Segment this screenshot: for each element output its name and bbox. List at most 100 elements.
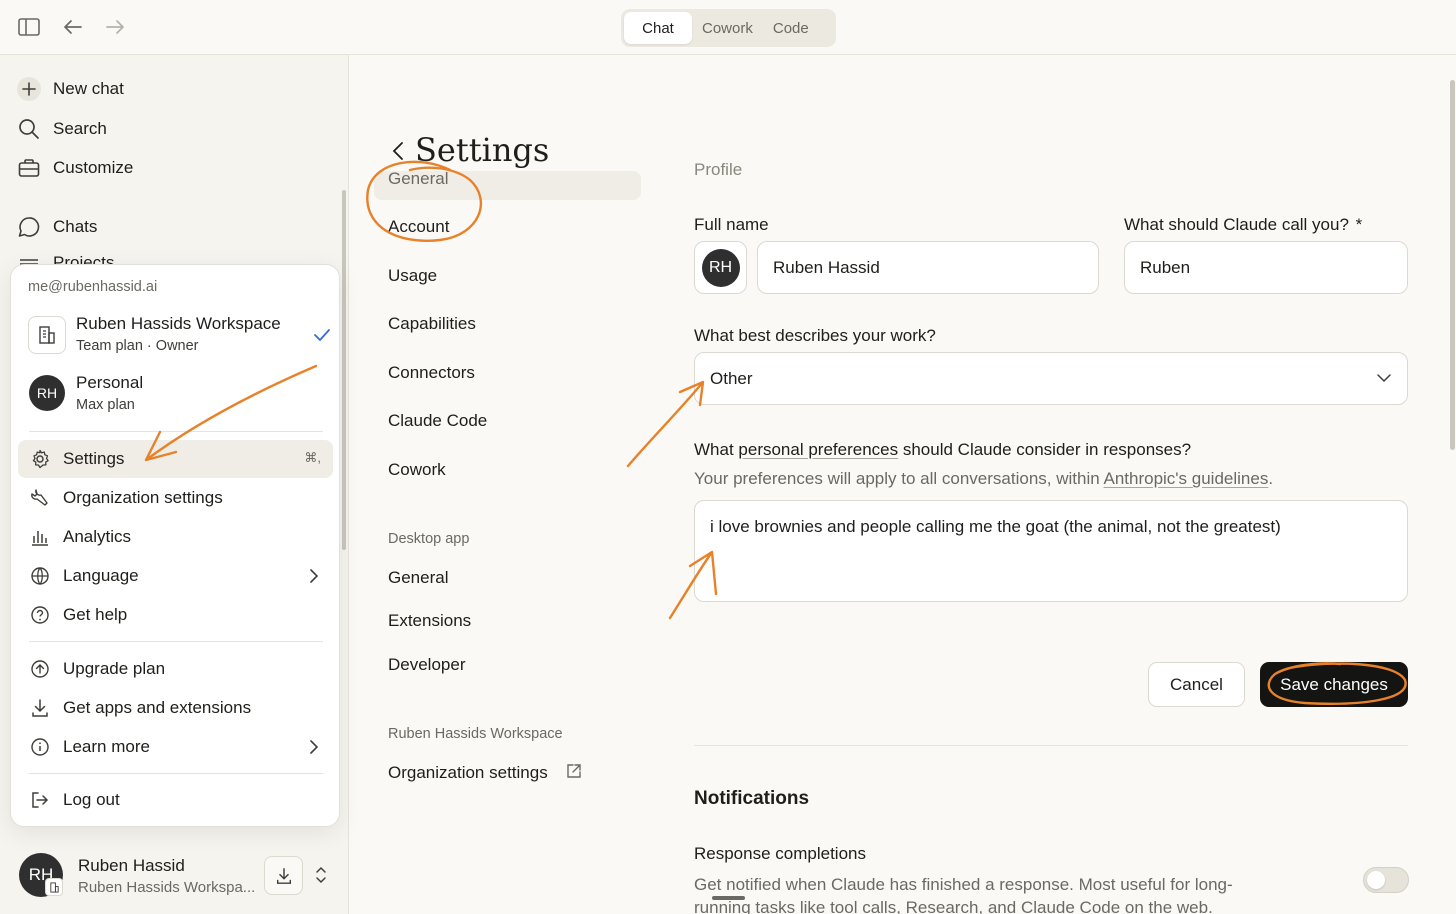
menu-divider	[29, 641, 323, 642]
work-select-value: Other	[710, 368, 753, 388]
forward-arrow-icon[interactable]	[102, 14, 128, 40]
menu-item-label: Upgrade plan	[63, 659, 166, 678]
settings-nav-account[interactable]: Account	[388, 217, 449, 237]
menu-item-log-out[interactable]: Log out	[18, 781, 333, 819]
profile-section-title: Profile	[694, 160, 743, 178]
info-icon	[29, 736, 51, 758]
new-chat-button[interactable]: New chat	[16, 74, 124, 104]
building-icon	[45, 878, 63, 896]
settings-nav-organization-settings[interactable]: Organization settings	[388, 763, 582, 783]
menu-item-get-apps[interactable]: Get apps and extensions	[18, 689, 333, 727]
customize-button[interactable]: Customize	[16, 153, 133, 183]
annotation-arrow	[626, 380, 705, 468]
menu-divider	[29, 431, 323, 432]
menu-item-label: Settings	[63, 449, 125, 468]
menu-divider	[29, 773, 323, 774]
response-completions-toggle[interactable]	[1363, 867, 1409, 893]
workspace-name: Ruben Hassids Workspace	[76, 314, 281, 333]
expand-chevrons-icon[interactable]	[314, 865, 328, 885]
menu-item-label: Log out	[63, 790, 120, 809]
profile-avatar-button[interactable]: RH	[694, 241, 747, 294]
call-you-label-text: What should Claude call you?	[1124, 215, 1349, 234]
desktop-app-heading: Desktop app	[388, 531, 470, 547]
work-label: What best describes your work?	[694, 326, 936, 345]
menu-item-learn-more[interactable]: Learn more	[18, 728, 333, 766]
chevron-right-icon	[310, 569, 319, 583]
back-chevron-icon[interactable]	[388, 140, 408, 162]
menu-item-settings[interactable]: Settings ⌘,	[18, 440, 333, 478]
menu-item-label: Get help	[63, 605, 128, 624]
settings-nav-capabilities[interactable]: Capabilities	[388, 314, 476, 334]
menu-item-organization-settings[interactable]: Organization settings	[18, 479, 333, 517]
anthropic-guidelines-link[interactable]: Anthropic's guidelines	[1103, 469, 1268, 488]
download-icon	[29, 697, 51, 719]
menu-item-label: Learn more	[63, 737, 150, 756]
sidebar-toggle-icon[interactable]	[16, 14, 42, 40]
preferences-subtext: Your preferences will apply to all conve…	[694, 469, 1273, 489]
back-arrow-icon[interactable]	[60, 14, 86, 40]
settings-nav-developer[interactable]: Developer	[388, 655, 466, 675]
briefcase-icon	[16, 155, 42, 181]
wrench-icon	[29, 487, 51, 509]
menu-item-label: Language	[63, 566, 139, 585]
save-changes-button[interactable]: Save changes	[1260, 662, 1408, 707]
preferences-label-text: What	[694, 440, 739, 459]
menu-item-label: Organization settings	[63, 488, 223, 507]
menu-item-label: Get apps and extensions	[63, 698, 252, 717]
menu-item-analytics[interactable]: Analytics	[18, 518, 333, 556]
globe-icon	[29, 565, 51, 587]
settings-nav-claude-code[interactable]: Claude Code	[388, 411, 487, 431]
workspace-plan: Team plan · Owner	[76, 338, 199, 354]
toggle-knob	[1367, 871, 1385, 889]
tab-chat[interactable]: Chat	[624, 12, 692, 44]
settings-nav-usage[interactable]: Usage	[388, 266, 437, 286]
settings-nav-general[interactable]: General	[388, 169, 448, 189]
chats-button[interactable]: Chats	[16, 212, 97, 242]
bar-chart-icon	[29, 526, 51, 548]
preferences-subtext-text: Your preferences will apply to all conve…	[694, 469, 1104, 488]
chevron-down-icon	[1377, 374, 1391, 383]
org-settings-label: Organization settings	[388, 763, 548, 782]
search-button[interactable]: Search	[16, 114, 107, 144]
menu-item-upgrade-plan[interactable]: Upgrade plan	[18, 650, 333, 688]
work-select[interactable]: Other	[694, 352, 1408, 405]
building-icon	[28, 316, 66, 354]
call-you-field[interactable]: Ruben	[1124, 241, 1408, 294]
scroll-hint-bar	[712, 896, 745, 900]
account-email: me@rubenhassid.ai	[28, 279, 158, 295]
response-completions-desc: Get notified when Claude has finished a …	[694, 875, 1233, 894]
main-scrollbar[interactable]	[1450, 80, 1455, 450]
full-name-field[interactable]: Ruben Hassid	[757, 241, 1099, 294]
workspace-option-team[interactable]: Ruben Hassids Workspace Team plan · Owne…	[28, 312, 330, 362]
cancel-button[interactable]: Cancel	[1148, 662, 1245, 707]
tab-code[interactable]: Code	[763, 12, 819, 44]
preferences-textarea[interactable]: i love brownies and people calling me th…	[694, 500, 1408, 602]
chats-label: Chats	[53, 217, 98, 236]
response-completions-desc: running tasks like tool calls, Research,…	[694, 898, 1213, 914]
search-icon	[16, 116, 42, 142]
tab-cowork[interactable]: Cowork	[692, 12, 763, 44]
avatar: RH	[701, 248, 740, 287]
menu-item-language[interactable]: Language	[18, 557, 333, 595]
workspace-plan: Max plan	[76, 397, 135, 413]
chat-bubble-icon	[16, 214, 42, 240]
sidebar-scrollbar[interactable]	[342, 190, 346, 550]
preferences-label: What personal preferences should Claude …	[694, 440, 1191, 460]
customize-label: Customize	[53, 158, 134, 177]
menu-item-label: Analytics	[63, 527, 132, 546]
section-divider	[694, 745, 1408, 746]
call-you-label: What should Claude call you? *	[1124, 215, 1362, 235]
settings-nav-desktop-general[interactable]: General	[388, 568, 448, 588]
menu-item-get-help[interactable]: Get help	[18, 596, 333, 634]
personal-preferences-link[interactable]: personal preferences	[738, 440, 898, 459]
download-app-button[interactable]	[264, 856, 303, 895]
settings-nav-cowork[interactable]: Cowork	[388, 460, 446, 480]
settings-nav-connectors[interactable]: Connectors	[388, 363, 475, 383]
account-menu: me@rubenhassid.ai Ruben Hassids Workspac…	[10, 264, 340, 827]
workspace-option-personal[interactable]: RH Personal Max plan	[28, 371, 328, 421]
top-bar: Chat Cowork Code	[0, 0, 1456, 55]
settings-nav-extensions[interactable]: Extensions	[388, 611, 471, 631]
preferences-label-text: should Claude consider in responses?	[898, 440, 1192, 459]
full-name-label: Full name	[694, 215, 769, 234]
upgrade-icon	[29, 658, 51, 680]
